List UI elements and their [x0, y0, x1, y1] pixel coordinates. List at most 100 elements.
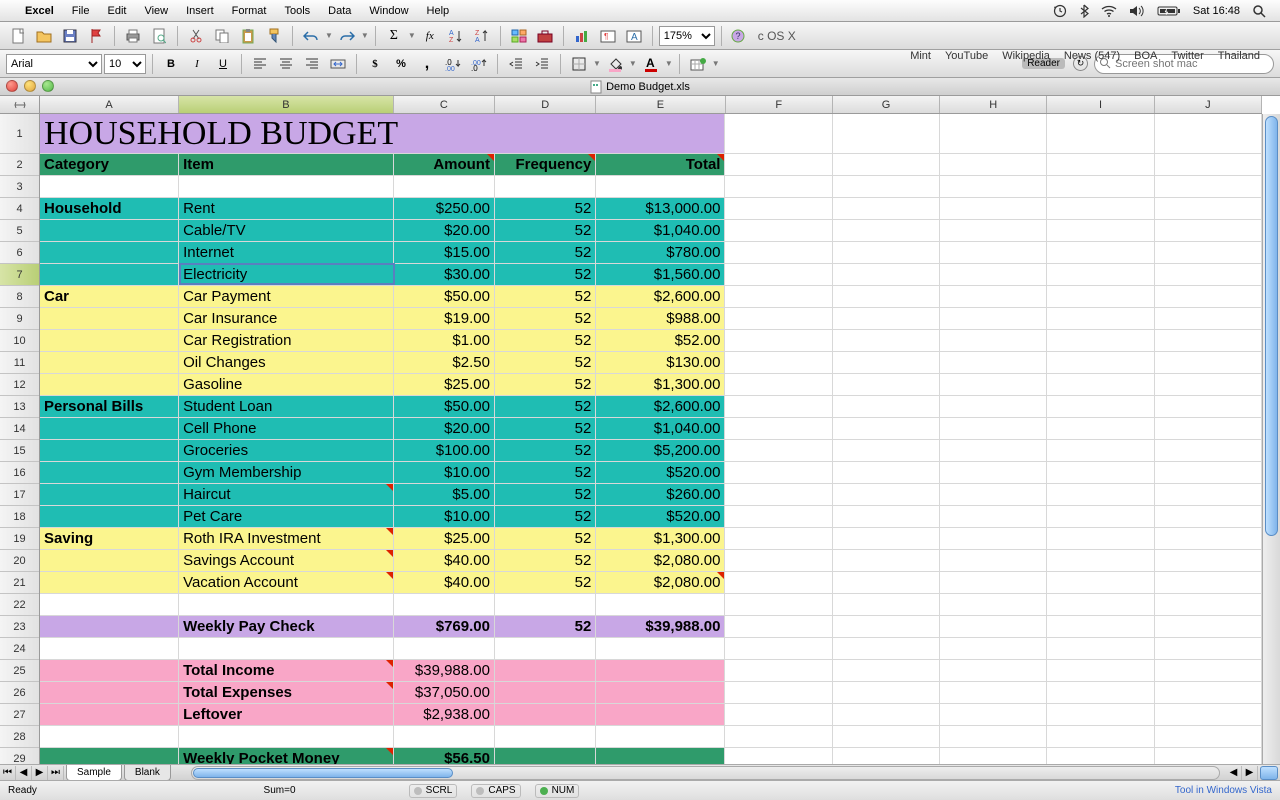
row-header[interactable]: 22: [0, 594, 39, 616]
cell[interactable]: [940, 374, 1047, 396]
data-cell[interactable]: Car Registration: [179, 330, 394, 352]
cell[interactable]: [40, 330, 179, 352]
cell[interactable]: [725, 220, 832, 242]
cell[interactable]: [725, 154, 832, 176]
cell[interactable]: [725, 286, 832, 308]
tab-nav-next[interactable]: ▶: [32, 766, 48, 780]
data-cell[interactable]: $37,050.00: [394, 682, 495, 704]
cell[interactable]: [40, 418, 179, 440]
minimize-window-button[interactable]: [24, 80, 36, 92]
cell[interactable]: [833, 660, 940, 682]
cell[interactable]: [596, 748, 725, 764]
data-cell[interactable]: 52: [495, 286, 596, 308]
underline-button[interactable]: U: [211, 53, 235, 75]
cell-grid[interactable]: HOUSEHOLD BUDGETCategoryItemAmountFreque…: [40, 114, 1262, 764]
data-cell[interactable]: 52: [495, 550, 596, 572]
cell[interactable]: [940, 440, 1047, 462]
title-cell[interactable]: HOUSEHOLD BUDGET: [40, 114, 725, 154]
cell[interactable]: [833, 374, 940, 396]
data-cell[interactable]: $56.50: [394, 748, 495, 764]
cell[interactable]: [833, 308, 940, 330]
cell[interactable]: [940, 748, 1047, 764]
cell[interactable]: [1155, 374, 1262, 396]
cell[interactable]: [725, 726, 832, 748]
row-header[interactable]: 1: [0, 114, 39, 154]
menu-format[interactable]: Format: [223, 5, 276, 17]
data-cell[interactable]: Vacation Account: [179, 572, 394, 594]
menu-window[interactable]: Window: [360, 5, 417, 17]
data-cell[interactable]: $2,080.00: [596, 572, 725, 594]
cell[interactable]: [394, 726, 495, 748]
data-cell[interactable]: 52: [495, 418, 596, 440]
data-cell[interactable]: 52: [495, 352, 596, 374]
currency-button[interactable]: $: [363, 53, 387, 75]
data-cell[interactable]: $260.00: [596, 484, 725, 506]
cell[interactable]: [725, 308, 832, 330]
cell[interactable]: [833, 528, 940, 550]
cell[interactable]: [725, 572, 832, 594]
row-header[interactable]: 19: [0, 528, 39, 550]
data-cell[interactable]: $1,560.00: [596, 264, 725, 286]
cell[interactable]: [940, 462, 1047, 484]
cell[interactable]: [833, 440, 940, 462]
cell[interactable]: [940, 220, 1047, 242]
data-cell[interactable]: Electricity: [179, 264, 394, 286]
cell[interactable]: [1047, 660, 1154, 682]
cell[interactable]: [1155, 550, 1262, 572]
row-header[interactable]: 23: [0, 616, 39, 638]
increase-indent-button[interactable]: [530, 53, 554, 75]
cell[interactable]: [40, 308, 179, 330]
cell[interactable]: [495, 594, 596, 616]
cell[interactable]: [596, 726, 725, 748]
data-cell[interactable]: $780.00: [596, 242, 725, 264]
comma-button[interactable]: ,: [415, 53, 439, 75]
cell[interactable]: [40, 748, 179, 764]
cell[interactable]: [1155, 330, 1262, 352]
clock[interactable]: Sat 16:48: [1187, 5, 1246, 17]
cell[interactable]: [940, 660, 1047, 682]
cell[interactable]: [725, 660, 832, 682]
cell[interactable]: [40, 374, 179, 396]
cell[interactable]: [833, 352, 940, 374]
time-machine-icon[interactable]: [1047, 4, 1073, 18]
bluetooth-icon[interactable]: [1073, 4, 1095, 18]
data-cell[interactable]: $2,080.00: [596, 550, 725, 572]
cell[interactable]: [1047, 242, 1154, 264]
col-header-F[interactable]: F: [726, 96, 833, 113]
autosum-button[interactable]: Σ: [382, 25, 406, 47]
row-header[interactable]: 28: [0, 726, 39, 748]
data-cell[interactable]: Category: [40, 154, 179, 176]
row-header[interactable]: 9: [0, 308, 39, 330]
cell[interactable]: [940, 396, 1047, 418]
cell[interactable]: [940, 594, 1047, 616]
cell[interactable]: [940, 506, 1047, 528]
copy-button[interactable]: [210, 25, 234, 47]
cell[interactable]: [833, 418, 940, 440]
sort-asc-button[interactable]: AZ: [444, 25, 468, 47]
cell[interactable]: [725, 748, 832, 764]
data-cell[interactable]: $25.00: [394, 528, 495, 550]
cell[interactable]: [940, 308, 1047, 330]
data-cell[interactable]: Pet Care: [179, 506, 394, 528]
cell[interactable]: [179, 638, 394, 660]
cell[interactable]: [833, 154, 940, 176]
data-cell[interactable]: $50.00: [394, 396, 495, 418]
cell[interactable]: [596, 704, 725, 726]
cell[interactable]: [1047, 154, 1154, 176]
cell[interactable]: [1047, 286, 1154, 308]
cell[interactable]: [1047, 704, 1154, 726]
cell[interactable]: [40, 550, 179, 572]
cell[interactable]: [1155, 114, 1262, 154]
cell[interactable]: [940, 704, 1047, 726]
cell[interactable]: [940, 528, 1047, 550]
data-cell[interactable]: 52: [495, 572, 596, 594]
menu-data[interactable]: Data: [319, 5, 360, 17]
cell[interactable]: [1155, 352, 1262, 374]
cell[interactable]: [725, 264, 832, 286]
row-header[interactable]: 24: [0, 638, 39, 660]
data-cell[interactable]: Total: [596, 154, 725, 176]
fill-color-button[interactable]: [603, 53, 627, 75]
row-header[interactable]: 4: [0, 198, 39, 220]
data-cell[interactable]: Groceries: [179, 440, 394, 462]
cell[interactable]: [40, 264, 179, 286]
